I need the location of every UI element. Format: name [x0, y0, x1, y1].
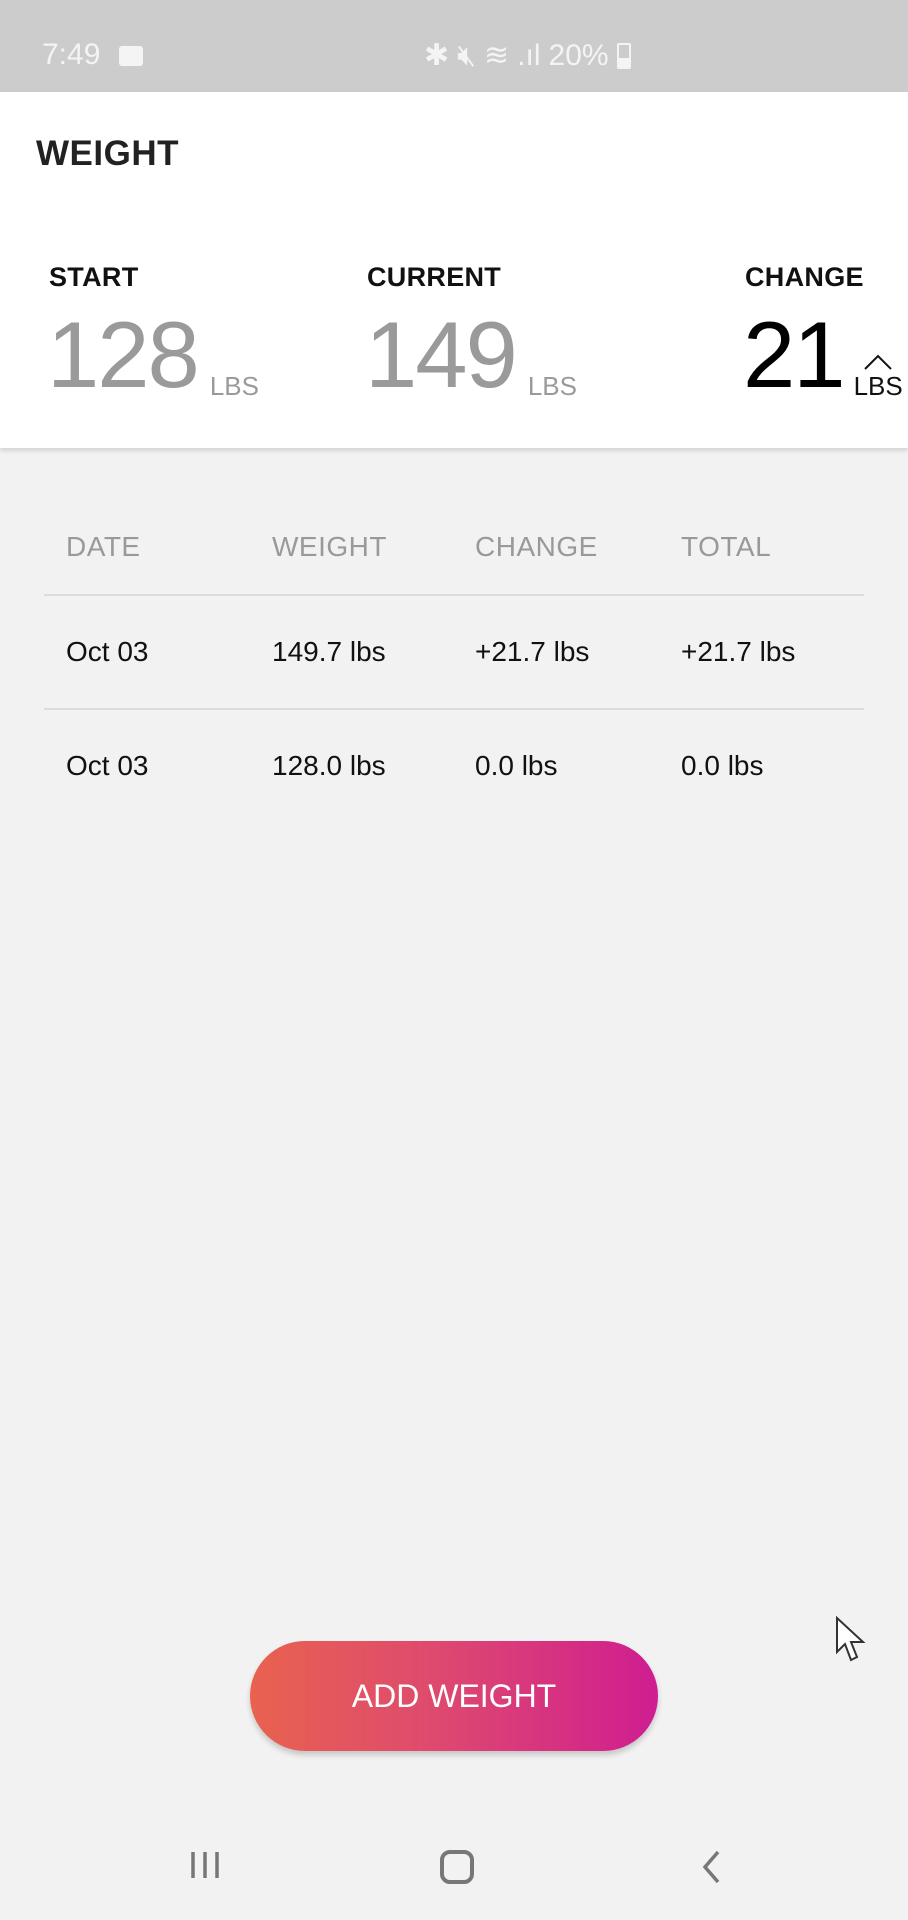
back-icon[interactable]: [700, 1850, 724, 1884]
cell-total: +21.7 lbs: [681, 636, 796, 667]
mute-icon: 🔇︎: [457, 38, 477, 72]
wifi-icon: ≋: [484, 39, 510, 72]
table-row[interactable]: Oct 03 149.7 lbs +21.7 lbs +21.7 lbs: [44, 596, 864, 708]
stat-current-unit: LBS: [527, 371, 577, 401]
home-icon[interactable]: [440, 1850, 474, 1884]
signal-icon: .ıl: [517, 38, 541, 72]
mouse-cursor-icon: [836, 1616, 866, 1662]
stat-change: CHANGE 21 LBS: [743, 262, 903, 402]
stat-current-value: 149: [365, 302, 518, 407]
stat-start-unit: LBS: [209, 371, 259, 401]
arrow-up-icon: [864, 354, 892, 370]
stat-change-label: CHANGE: [745, 262, 864, 292]
recent-apps-icon[interactable]: [187, 1850, 223, 1880]
cell-weight: 149.7 lbs: [272, 636, 386, 667]
column-header-total: TOTAL: [681, 531, 772, 562]
stat-change-value: 21: [743, 302, 846, 407]
system-nav-bar: [0, 1810, 908, 1920]
status-icons: ✱ 🔇︎ ≋ .ıl 20%: [424, 38, 631, 73]
page-title: WEIGHT: [36, 134, 179, 173]
cell-change: 0.0 lbs: [475, 750, 558, 781]
stat-start: START 128 LBS: [47, 262, 259, 402]
table-row[interactable]: Oct 03 128.0 lbs 0.0 lbs 0.0 lbs: [44, 708, 864, 822]
bluetooth-icon: ✱: [424, 39, 450, 72]
column-header-weight: WEIGHT: [272, 531, 387, 562]
column-header-change: CHANGE: [475, 531, 598, 562]
stat-change-unit: LBS: [853, 371, 903, 401]
cell-total: 0.0 lbs: [681, 750, 764, 781]
battery-icon: [616, 42, 631, 69]
cell-weight: 128.0 lbs: [272, 750, 386, 781]
video-camera-icon: [119, 46, 143, 66]
stat-current-label: CURRENT: [367, 262, 502, 292]
status-time: 7:49: [42, 38, 101, 71]
battery-percent: 20%: [548, 38, 609, 72]
cell-date: Oct 03: [66, 750, 149, 781]
column-header-date: DATE: [66, 531, 141, 562]
cell-date: Oct 03: [66, 636, 149, 667]
summary-card: WEIGHT START 128 LBS CURRENT 149 LBS CHA…: [0, 92, 908, 448]
weight-history-table: DATE WEIGHT CHANGE TOTAL Oct 03 149.7 lb…: [44, 500, 864, 822]
cell-change: +21.7 lbs: [475, 636, 590, 667]
add-weight-button[interactable]: ADD WEIGHT: [250, 1641, 658, 1751]
table-header: DATE WEIGHT CHANGE TOTAL: [44, 500, 864, 596]
status-bar: 7:49 ✱ 🔇︎ ≋ .ıl 20%: [0, 0, 908, 92]
stat-current: CURRENT 149 LBS: [365, 262, 577, 402]
stat-start-label: START: [49, 262, 139, 292]
stat-start-value: 128: [47, 302, 200, 407]
